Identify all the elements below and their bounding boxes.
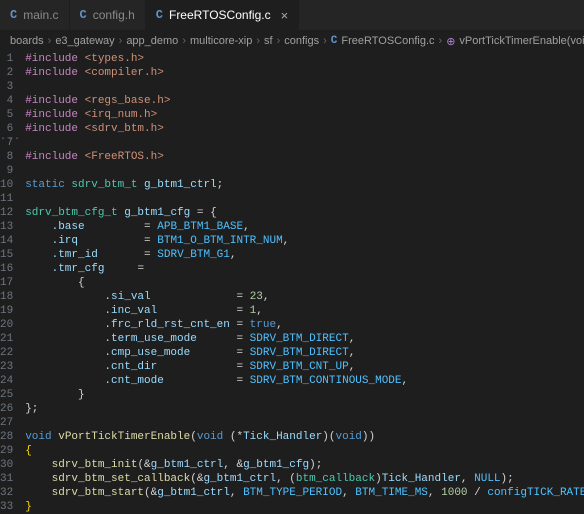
breadcrumb-seg[interactable]: e3_gateway xyxy=(55,35,114,47)
code-line[interactable]: .inc_val = 1, xyxy=(25,304,584,318)
code-line[interactable]: .cnt_mode = SDRV_BTM_CONTINOUS_MODE, xyxy=(25,374,584,388)
code-line[interactable]: .frc_rld_rst_cnt_en = true, xyxy=(25,318,584,332)
breadcrumb-seg[interactable]: app_demo xyxy=(126,35,178,47)
code-line[interactable]: #include <regs_base.h> xyxy=(25,94,584,108)
chevron-right-icon: › xyxy=(119,35,123,47)
code-line[interactable]: static sdrv_btm_t g_btm1_ctrl; xyxy=(25,178,584,192)
fold-indicator-icon[interactable]: ... xyxy=(0,132,21,143)
code-line[interactable]: sdrv_btm_init(&g_btm1_ctrl, &g_btm1_cfg)… xyxy=(25,458,584,472)
chevron-right-icon: › xyxy=(323,35,327,47)
code-content[interactable]: #include <types.h>#include <compiler.h> … xyxy=(25,52,584,507)
tab-freertosconfig-c[interactable]: C FreeRTOSConfig.c × xyxy=(146,0,299,30)
chevron-right-icon: › xyxy=(256,35,260,47)
function-icon: ⊕ xyxy=(446,35,455,48)
code-editor[interactable]: 1234567891011121314151617181920212223242… xyxy=(0,52,584,507)
code-line[interactable]: void vPortTickTimerEnable(void (*Tick_Ha… xyxy=(25,430,584,444)
code-line[interactable]: #include <types.h> xyxy=(25,52,584,66)
chevron-right-icon: › xyxy=(182,35,186,47)
tab-label: main.c xyxy=(23,8,58,22)
code-line[interactable]: #include <compiler.h> xyxy=(25,66,584,80)
code-line[interactable]: } xyxy=(25,388,584,402)
code-line[interactable]: }; xyxy=(25,402,584,416)
code-line[interactable]: .si_val = 23, xyxy=(25,290,584,304)
tab-config-h[interactable]: C config.h xyxy=(70,0,146,30)
tab-bar: C main.c C config.h C FreeRTOSConfig.c × xyxy=(0,0,584,30)
code-line[interactable]: .term_use_mode = SDRV_BTM_DIRECT, xyxy=(25,332,584,346)
c-file-icon: C xyxy=(10,8,17,22)
code-line[interactable]: .tmr_cfg = xyxy=(25,262,584,276)
code-line[interactable]: .cmp_use_mode = SDRV_BTM_DIRECT, xyxy=(25,346,584,360)
chevron-right-icon: › xyxy=(277,35,281,47)
code-line[interactable]: { xyxy=(25,276,584,290)
breadcrumb-seg[interactable]: boards xyxy=(10,35,44,47)
breadcrumb-file[interactable]: FreeRTOSConfig.c xyxy=(341,35,434,47)
breadcrumb-seg[interactable]: sf xyxy=(264,35,273,47)
code-line[interactable]: sdrv_btm_cfg_t g_btm1_cfg = { xyxy=(25,206,584,220)
tab-main-c[interactable]: C main.c xyxy=(0,0,70,30)
c-file-icon: C xyxy=(80,8,87,22)
c-file-icon: C xyxy=(156,8,163,22)
chevron-right-icon: › xyxy=(48,35,52,47)
tab-label: FreeRTOSConfig.c xyxy=(169,8,271,22)
code-line[interactable] xyxy=(25,136,584,150)
breadcrumb-seg[interactable]: multicore-xip xyxy=(190,35,252,47)
breadcrumb[interactable]: boards › e3_gateway › app_demo › multico… xyxy=(0,30,584,52)
code-line[interactable]: #include <FreeRTOS.h> xyxy=(25,150,584,164)
code-line[interactable] xyxy=(25,164,584,178)
code-line[interactable]: .cnt_dir = SDRV_BTM_CNT_UP, xyxy=(25,360,584,374)
code-line[interactable]: #include <irq_num.h> xyxy=(25,108,584,122)
code-line[interactable] xyxy=(25,80,584,94)
close-icon[interactable]: × xyxy=(281,8,289,23)
breadcrumb-symbol[interactable]: vPortTickTimerEnable(void(* )(void)) xyxy=(459,35,584,47)
code-line[interactable]: .irq = BTM1_O_BTM_INTR_NUM, xyxy=(25,234,584,248)
c-file-icon: C xyxy=(331,35,338,47)
code-line[interactable]: } xyxy=(25,500,584,514)
code-line[interactable]: .base = APB_BTM1_BASE, xyxy=(25,220,584,234)
code-line[interactable] xyxy=(25,416,584,430)
code-line[interactable] xyxy=(25,192,584,206)
code-line[interactable]: #include <sdrv_btm.h> xyxy=(25,122,584,136)
line-number-gutter: 1234567891011121314151617181920212223242… xyxy=(0,52,25,507)
code-line[interactable]: .tmr_id = SDRV_BTM_G1, xyxy=(25,248,584,262)
code-line[interactable]: sdrv_btm_set_callback(&g_btm1_ctrl, (btm… xyxy=(25,472,584,486)
chevron-right-icon: › xyxy=(439,35,443,47)
code-line[interactable]: sdrv_btm_start(&g_btm1_ctrl, BTM_TYPE_PE… xyxy=(25,486,584,500)
tab-label: config.h xyxy=(93,8,135,22)
code-line[interactable]: { xyxy=(25,444,584,458)
breadcrumb-seg[interactable]: configs xyxy=(284,35,319,47)
